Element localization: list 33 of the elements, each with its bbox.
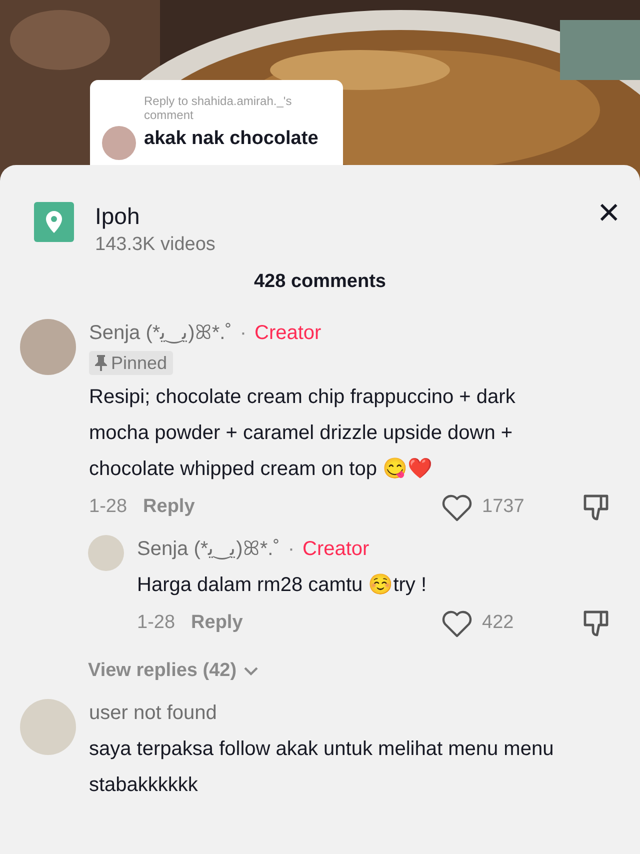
username: user not found — [89, 701, 217, 726]
reply-link[interactable]: Reply — [191, 609, 243, 638]
view-replies-link[interactable]: View replies (42) — [88, 656, 259, 685]
avatar — [88, 534, 124, 570]
like-count: 1737 — [482, 495, 524, 520]
reply-to-label: Reply to shahida.amirah._'s comment — [143, 94, 293, 122]
comment-count: 428 comments — [254, 270, 386, 294]
username: Senja (*ﻳ‿ﻳ)ꕤ*.˚ — [137, 536, 280, 562]
comment-date: 1-28 — [89, 495, 128, 520]
comment-text: saya terpaksa follow akak untuk melihat menu menu stabakkkkkk — [89, 738, 554, 796]
pin-icon — [95, 354, 107, 370]
location-icon — [34, 202, 74, 242]
dislike-icon[interactable] — [582, 608, 610, 638]
dislike-icon[interactable] — [582, 492, 610, 522]
reply-link[interactable]: Reply — [143, 493, 195, 522]
pinned-badge: Pinned — [89, 350, 174, 374]
separator-dot: · — [240, 320, 246, 346]
comment-text: akak nak chocolate — [144, 127, 318, 151]
like-count: 422 — [482, 611, 514, 636]
comment-date: 1-28 — [137, 611, 176, 636]
close-button[interactable]: × — [598, 194, 620, 232]
separator-dot: · — [288, 536, 294, 562]
creator-label: Creator — [302, 536, 370, 562]
location-title: Ipoh — [95, 202, 141, 230]
video-count: 143.3K videos — [95, 233, 216, 257]
avatar — [102, 126, 136, 160]
chevron-down-icon — [242, 666, 259, 676]
username: Senja (*ﻳ‿ﻳ)ꕤ*.˚ — [89, 320, 232, 346]
comment-text: Resipi; chocolate cream chip frappuccino + dark mocha powder + caramel drizzle upside down + chocolate whipped cream on top 😋❤ — [89, 386, 516, 480]
comment-text: Harga dalam rm28 camtu ☺try ! — [137, 574, 427, 596]
creator-label: Creator — [254, 320, 322, 346]
heart-icon[interactable] — [442, 494, 472, 522]
heart-icon[interactable] — [442, 610, 472, 638]
